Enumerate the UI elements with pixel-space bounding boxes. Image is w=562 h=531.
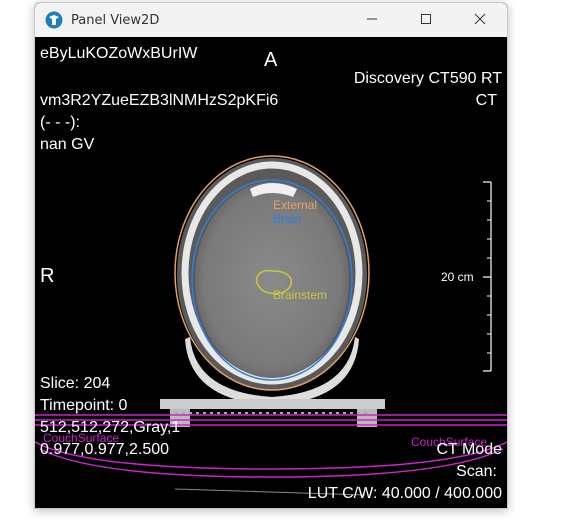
orientation-top-label: A xyxy=(264,49,278,71)
structure-label-brain: Brain xyxy=(273,212,302,226)
app-logo-icon xyxy=(45,11,63,29)
structure-label-external: External xyxy=(273,198,318,212)
lut-window: LUT C/W: 40.000 / 400.000 xyxy=(307,485,502,502)
brain-tissue xyxy=(195,182,349,378)
maximize-button[interactable] xyxy=(399,3,453,37)
close-icon xyxy=(474,12,486,28)
window-title: Panel View2D xyxy=(71,12,160,28)
ct-mode: CT Mode xyxy=(436,441,502,458)
couch-top xyxy=(160,399,385,409)
scanner-model: Discovery CT590 RT xyxy=(353,70,502,87)
minimize-button[interactable] xyxy=(345,3,399,37)
modality: CT xyxy=(475,92,497,109)
structure-label-brainstem: Brainstem xyxy=(273,288,328,302)
patient-id: vm3R2YZueEZB3lNMHzS2pKFi6 xyxy=(40,92,279,109)
scan-label: Scan: xyxy=(456,463,497,480)
image-dimensions: 512,512,272,Gray,1 xyxy=(40,419,181,436)
maximize-icon xyxy=(420,12,432,28)
voxel-spacing: 0.977,0.977,2.500 xyxy=(40,441,170,458)
slice-number: Slice: 204 xyxy=(40,375,111,392)
ct-image-viewport[interactable]: External Brain Brainstem CouchSurface Co… xyxy=(35,37,507,508)
title-bar[interactable]: Panel View2D xyxy=(35,3,507,37)
overlay-misc: (- - -): xyxy=(40,114,80,131)
close-button[interactable] xyxy=(453,3,507,37)
gv-value: nan GV xyxy=(40,136,95,153)
orientation-left-label: R xyxy=(40,265,55,287)
scale-bar-label: 20 cm xyxy=(441,270,474,284)
minimize-icon xyxy=(366,12,378,28)
patient-name: eByLuKOZoWxBUrIW xyxy=(40,45,198,62)
panel-view2d-window: Panel View2D External Brain Brainstem Co… xyxy=(34,2,508,509)
timepoint: Timepoint: 0 xyxy=(40,397,128,414)
